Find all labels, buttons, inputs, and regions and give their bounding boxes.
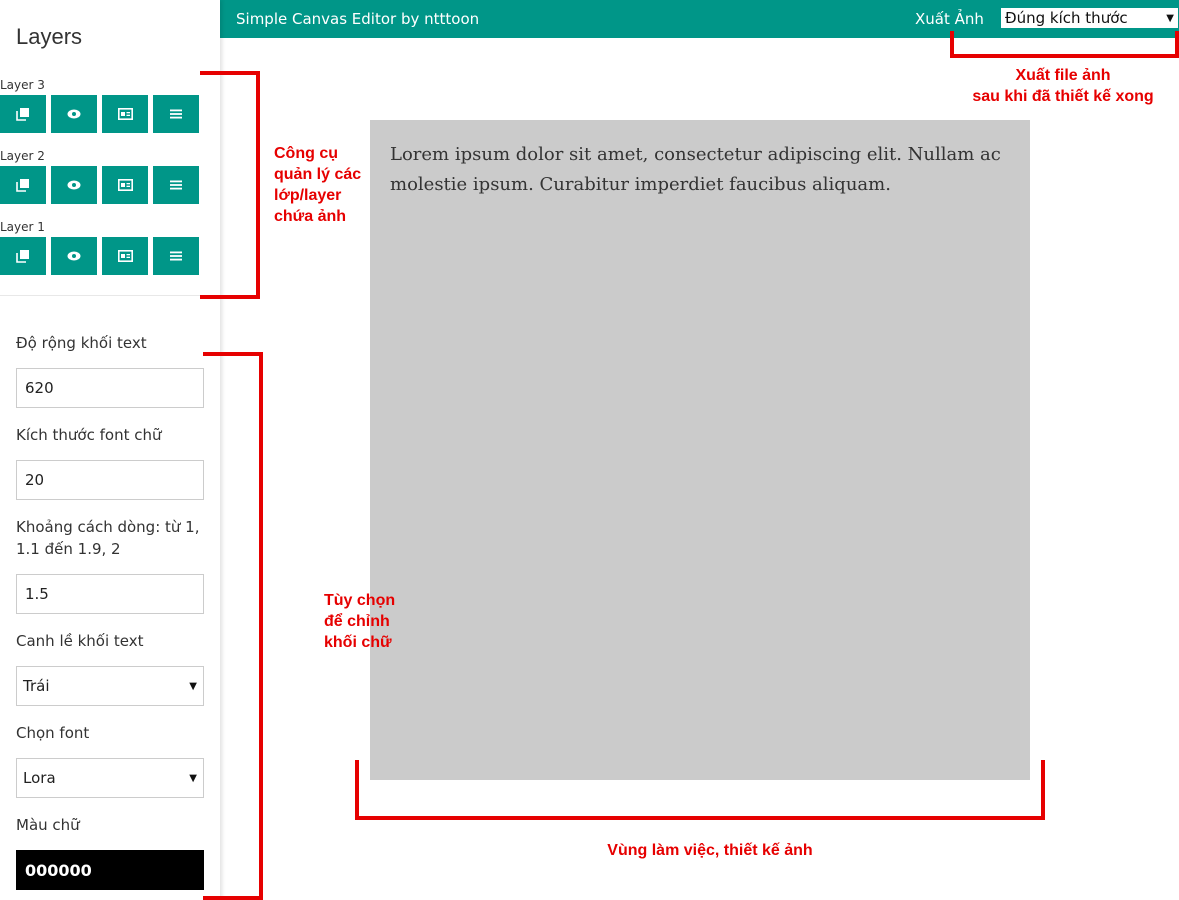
app-title: Simple Canvas Editor by ntttoon	[236, 10, 480, 28]
sidebar-divider	[0, 295, 220, 296]
text-options-bracket	[203, 352, 263, 900]
text-color-input[interactable]: 000000	[16, 850, 204, 890]
layer-name: Layer 1	[0, 220, 45, 234]
text-options-annotation: Tùy chọn để chỉnh khối chữ	[324, 590, 395, 653]
copy-icon	[16, 250, 29, 263]
annotation-line: quản lý các	[274, 166, 362, 183]
copy-icon	[16, 108, 29, 121]
duplicate-layer-button[interactable]	[0, 166, 46, 204]
layer-menu-button[interactable]	[153, 166, 199, 204]
layer-tools	[0, 166, 199, 204]
export-image-button[interactable]: Xuất Ảnh	[915, 10, 984, 28]
annotation-line: chứa ảnh	[274, 208, 347, 225]
sidebar-title: Layers	[16, 24, 83, 49]
text-width-input[interactable]	[16, 368, 204, 408]
layer-name: Layer 3	[0, 78, 45, 92]
layer-tools	[0, 237, 199, 275]
layer-image-button[interactable]	[102, 95, 148, 133]
annotation-line: lớp/layer	[274, 187, 342, 204]
text-align-select[interactable]: Trái ▼	[16, 666, 204, 706]
workspace-bracket	[355, 760, 1045, 820]
eye-icon	[67, 109, 81, 119]
text-align-label: Canh lề khối text	[16, 632, 144, 650]
layer-tools-annotation: Công cụ quản lý các lớp/layer chứa ảnh	[274, 143, 361, 227]
text-color-value: 000000	[25, 860, 92, 880]
menu-icon	[170, 180, 182, 190]
text-align-value: Trái	[23, 677, 50, 695]
font-select-value: Lora	[23, 769, 56, 787]
sidebar: Layers Layer 3 Layer 2 Layer 1 Độ rộng k…	[0, 0, 220, 900]
text-width-label: Độ rộng khối text	[16, 334, 147, 352]
workspace-annotation: Vùng làm việc, thiết kế ảnh	[607, 842, 813, 859]
menu-icon	[170, 109, 182, 119]
font-select[interactable]: Lora ▼	[16, 758, 204, 798]
canvas-text-block[interactable]: Lorem ipsum dolor sit amet, consectetur …	[390, 140, 1010, 200]
annotation-line: Xuất file ảnh	[1015, 67, 1111, 84]
layer-image-button[interactable]	[102, 166, 148, 204]
annotation-line: khối chữ	[324, 634, 392, 651]
annotation-line: để chỉnh	[324, 613, 390, 630]
toggle-visibility-button[interactable]	[51, 237, 97, 275]
layer-menu-button[interactable]	[153, 95, 199, 133]
export-annotation: Xuất file ảnh sau khi đã thiết kế xong	[958, 65, 1168, 107]
layer-tools	[0, 95, 199, 133]
duplicate-layer-button[interactable]	[0, 237, 46, 275]
export-size-select[interactable]: Đúng kích thước ▼	[1001, 8, 1178, 28]
font-size-label: Kích thước font chữ	[16, 426, 162, 444]
eye-icon	[67, 251, 81, 261]
font-select-label: Chọn font	[16, 724, 90, 742]
toggle-visibility-button[interactable]	[51, 95, 97, 133]
chevron-down-icon: ▼	[189, 680, 197, 692]
chevron-down-icon: ▼	[1166, 12, 1174, 24]
duplicate-layer-button[interactable]	[0, 95, 46, 133]
layer-tools-bracket	[200, 71, 260, 299]
copy-icon	[16, 179, 29, 192]
layer-image-button[interactable]	[102, 237, 148, 275]
line-height-input[interactable]	[16, 574, 204, 614]
layer-menu-button[interactable]	[153, 237, 199, 275]
menu-icon	[170, 251, 182, 261]
font-size-input[interactable]	[16, 460, 204, 500]
image-icon	[117, 179, 133, 191]
annotation-line: Tùy chọn	[324, 592, 396, 609]
chevron-down-icon: ▼	[189, 772, 197, 784]
image-icon	[117, 250, 133, 262]
eye-icon	[67, 180, 81, 190]
annotation-line: sau khi đã thiết kế xong	[972, 88, 1154, 105]
annotation-line: Công cụ	[274, 145, 338, 162]
design-canvas[interactable]: Lorem ipsum dolor sit amet, consectetur …	[370, 120, 1030, 780]
export-bracket	[950, 31, 1179, 58]
image-icon	[117, 108, 133, 120]
layer-name: Layer 2	[0, 149, 45, 163]
export-size-value: Đúng kích thước	[1005, 9, 1128, 27]
toggle-visibility-button[interactable]	[51, 166, 97, 204]
text-color-label: Màu chữ	[16, 816, 80, 834]
line-height-label: Khoảng cách dòng: từ 1, 1.1 đến 1.9, 2	[16, 518, 200, 558]
